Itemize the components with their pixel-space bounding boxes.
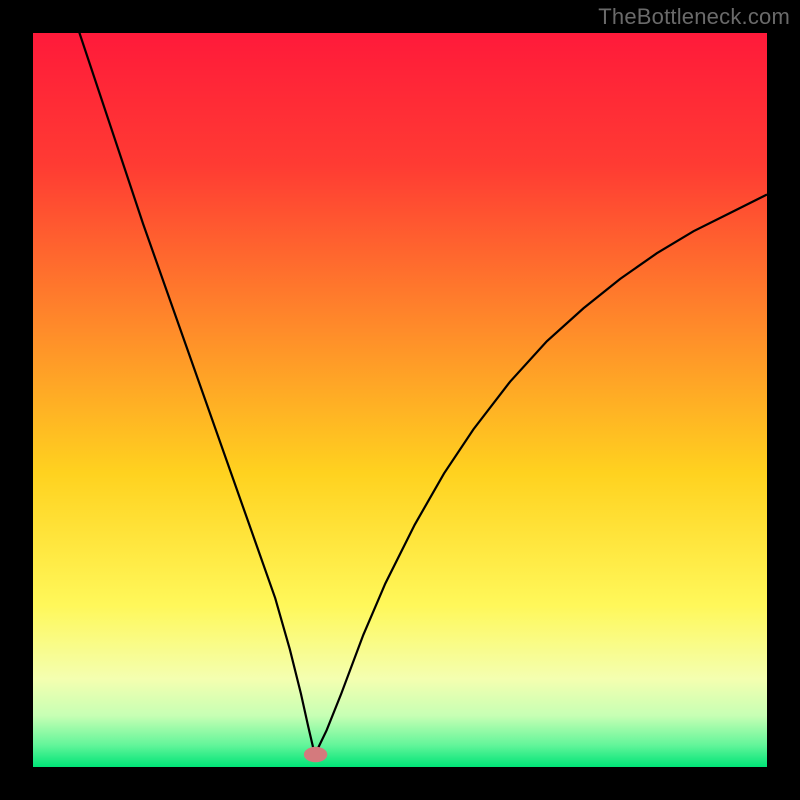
- chart-background: [33, 33, 767, 767]
- chart-frame: TheBottleneck.com: [0, 0, 800, 800]
- chart-svg: [33, 33, 767, 767]
- plot-area: [33, 33, 767, 767]
- watermark-text: TheBottleneck.com: [598, 4, 790, 30]
- minimum-point-dot: [304, 747, 327, 762]
